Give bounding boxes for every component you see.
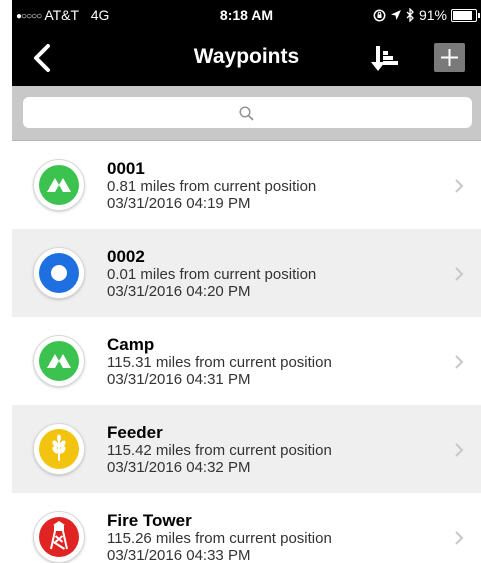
waypoint-timestamp: 03/31/2016 04:20 PM bbox=[107, 283, 251, 300]
waypoint-distance: 115.31 miles from current position bbox=[107, 354, 332, 371]
tent-icon bbox=[34, 336, 84, 386]
status-bar: ●○○○○ AT&T 4G 8:18 AM 91% bbox=[12, 0, 481, 30]
waypoint-name: Camp bbox=[107, 335, 155, 354]
chevron-right-icon bbox=[455, 531, 464, 545]
waypoint-timestamp: 03/31/2016 04:33 PM bbox=[107, 547, 251, 563]
chevron-right-icon bbox=[455, 355, 464, 369]
chevron-right-icon bbox=[455, 267, 464, 281]
battery-icon bbox=[451, 8, 480, 22]
waypoint-timestamp: 03/31/2016 04:19 PM bbox=[107, 195, 251, 212]
waypoint-distance: 0.01 miles from current position bbox=[107, 266, 317, 283]
status-indicators: 91% bbox=[373, 7, 480, 23]
waypoint-text: 0002 0.01 miles from current position 03… bbox=[107, 247, 437, 300]
waypoint-row[interactable]: 0002 0.01 miles from current position 03… bbox=[12, 229, 481, 317]
search-input[interactable] bbox=[23, 97, 472, 128]
plus-icon bbox=[441, 49, 458, 66]
waypoints-screen: ●○○○○ AT&T 4G 8:18 AM 91% Waypoints 0001… bbox=[12, 0, 481, 563]
chevron-right-icon bbox=[455, 443, 464, 457]
sort-icon bbox=[371, 46, 398, 71]
waypoint-text: Fire Tower 115.26 miles from current pos… bbox=[107, 511, 437, 563]
waypoint-timestamp: 03/31/2016 04:32 PM bbox=[107, 459, 251, 476]
waypoint-text: Feeder 115.42 miles from current positio… bbox=[107, 423, 437, 476]
waypoint-row[interactable]: 0001 0.81 miles from current position 03… bbox=[12, 141, 481, 229]
page-title: Waypoints bbox=[193, 45, 300, 68]
waypoint-timestamp: 03/31/2016 04:31 PM bbox=[107, 371, 251, 388]
chevron-right-icon bbox=[455, 179, 464, 193]
waypoint-distance: 115.42 miles from current position bbox=[107, 442, 332, 459]
tower-icon bbox=[34, 512, 84, 562]
waypoint-name: Feeder bbox=[107, 423, 163, 442]
tent-icon bbox=[34, 160, 84, 210]
navigation-bar: Waypoints bbox=[12, 30, 481, 86]
waypoint-row[interactable]: Fire Tower 115.26 miles from current pos… bbox=[12, 493, 481, 563]
location-arrow-icon bbox=[390, 10, 401, 20]
dot-icon bbox=[34, 248, 84, 298]
rotation-lock-icon bbox=[373, 9, 386, 21]
bluetooth-icon bbox=[406, 8, 414, 22]
waypoint-row[interactable]: Feeder 115.42 miles from current positio… bbox=[12, 405, 481, 493]
waypoint-distance: 115.26 miles from current position bbox=[107, 530, 332, 547]
search-bar bbox=[12, 86, 481, 141]
waypoint-list: 0001 0.81 miles from current position 03… bbox=[12, 141, 481, 563]
sort-button[interactable] bbox=[367, 42, 401, 76]
waypoint-name: Fire Tower bbox=[107, 511, 192, 530]
waypoint-distance: 0.81 miles from current position bbox=[107, 178, 317, 195]
search-icon bbox=[239, 106, 254, 121]
waypoint-text: Camp 115.31 miles from current position … bbox=[107, 335, 437, 388]
wheat-icon bbox=[34, 424, 84, 474]
add-waypoint-button[interactable] bbox=[434, 43, 465, 72]
waypoint-name: 0002 bbox=[107, 247, 145, 266]
battery-percent: 91% bbox=[418, 7, 447, 23]
waypoint-name: 0001 bbox=[107, 159, 145, 178]
waypoint-text: 0001 0.81 miles from current position 03… bbox=[107, 159, 437, 212]
waypoint-row[interactable]: Camp 115.31 miles from current position … bbox=[12, 317, 481, 405]
